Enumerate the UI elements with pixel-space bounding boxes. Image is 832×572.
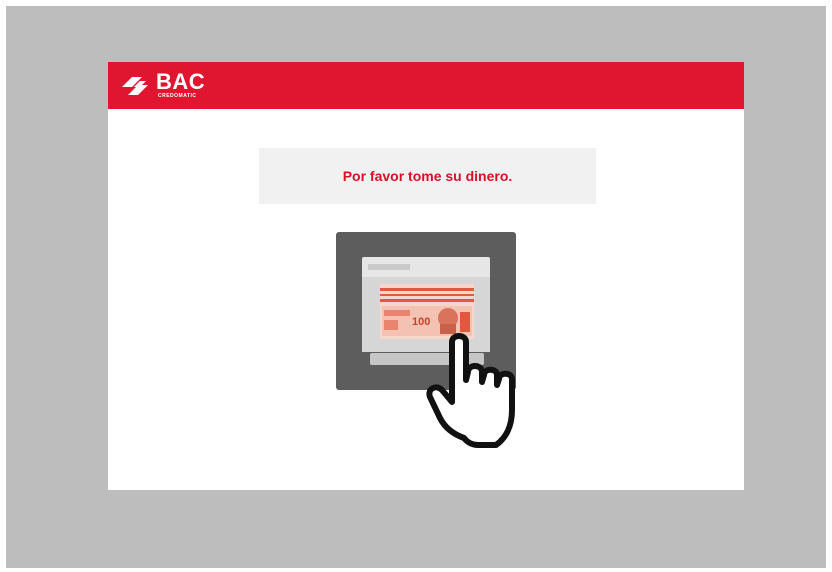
brand-sub: CREDOMATIC <box>158 93 197 99</box>
brand-name: BAC <box>156 69 206 94</box>
bac-logo-icon <box>122 77 148 95</box>
slot-label <box>368 264 410 270</box>
message-box: Por favor tome su dinero. <box>259 148 596 204</box>
brand-logo: BAC CREDOMATIC <box>122 70 222 102</box>
message-text: Por favor tome su dinero. <box>342 168 513 184</box>
banknote-value: 100 <box>412 316 430 328</box>
header-bar: BAC CREDOMATIC <box>108 62 744 109</box>
atm-screen: BAC CREDOMATIC Por favor tome su dinero. <box>108 62 744 490</box>
take-money-icon: 100 <box>336 232 516 448</box>
atm-bezel: BAC CREDOMATIC Por favor tome su dinero. <box>6 6 826 568</box>
banknote-stack: 100 <box>380 284 474 339</box>
